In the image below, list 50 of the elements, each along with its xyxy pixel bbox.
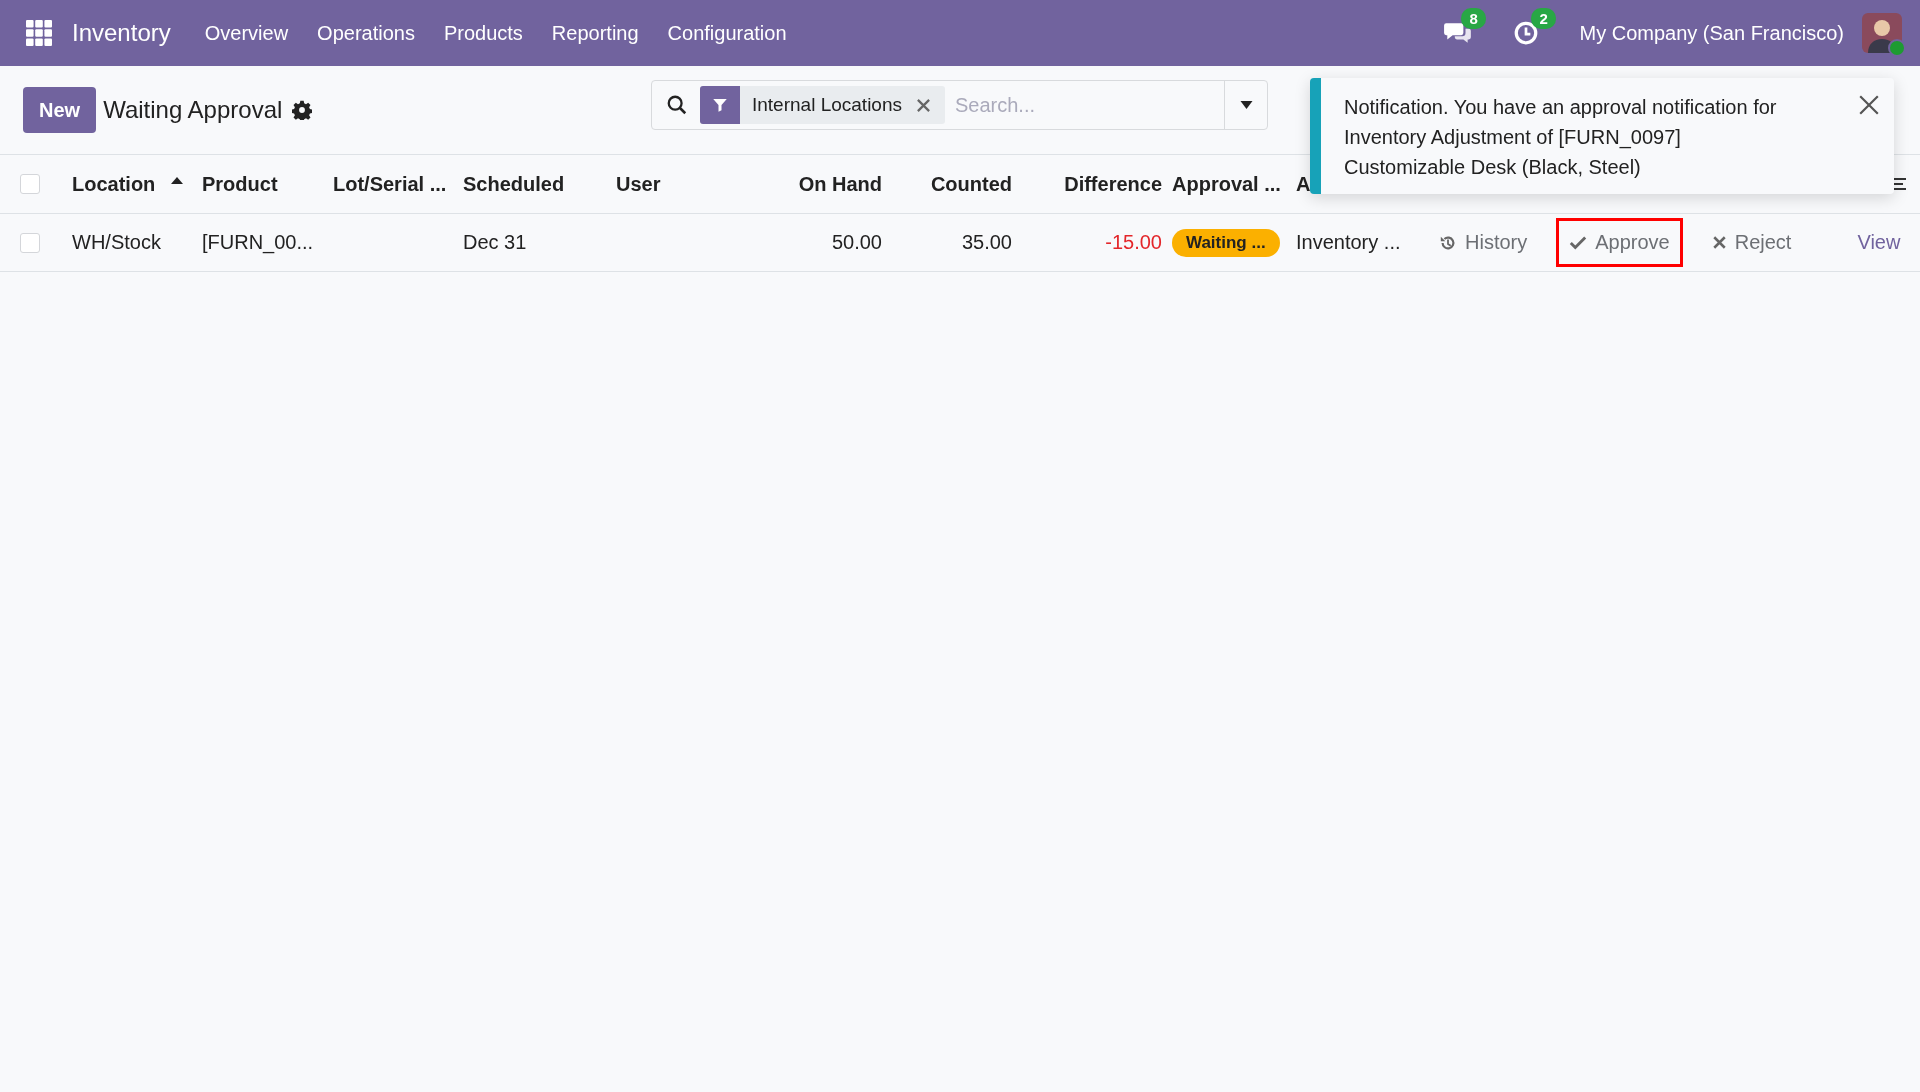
filter-icon (711, 96, 729, 114)
table-cell: Dec 31 (463, 231, 527, 254)
close-icon (1711, 235, 1727, 250)
notification-message: Notification. You have an approval notification for Inventory Adjustment of [FURN_0097] Customizable Desk (Black, Steel) (1344, 95, 1778, 180)
column-header[interactable]: Difference (1064, 172, 1162, 196)
column-header[interactable]: Counted (930, 172, 1012, 196)
clock-icon[interactable] (1513, 20, 1540, 46)
column-header[interactable]: Approval ... (1172, 172, 1281, 196)
column-header[interactable]: Location (72, 172, 184, 196)
avatar[interactable] (1862, 13, 1902, 53)
search-input[interactable]: Search... (945, 92, 1224, 118)
reject-button[interactable]: Reject (1698, 218, 1805, 267)
menu-item[interactable]: Operations (317, 21, 415, 45)
caret-icon[interactable] (1239, 101, 1253, 109)
sort-ascending-icon (171, 176, 184, 184)
column-header[interactable]: A (1296, 172, 1311, 196)
column-header[interactable]: Lot/Serial ... (333, 172, 447, 196)
facet-label: Internal Locations (751, 94, 903, 116)
activity-count-badge: 2 (1531, 8, 1556, 29)
app-name[interactable]: Inventory (72, 19, 171, 47)
status-badge: Waiting ... (1172, 228, 1280, 257)
settings-icon[interactable] (292, 100, 313, 120)
history-button[interactable]: History (1426, 218, 1541, 267)
table-cell: WH/Stock (72, 231, 161, 254)
select-all-checkbox[interactable] (20, 174, 40, 194)
remove-icon[interactable] (916, 97, 931, 113)
close-icon[interactable] (1858, 94, 1880, 116)
menu-item[interactable]: Overview (204, 21, 289, 45)
column-header[interactable]: User (616, 172, 661, 196)
row-checkbox[interactable] (20, 232, 40, 253)
message-count-badge: 8 (1461, 8, 1486, 29)
search-icon[interactable] (666, 94, 688, 116)
column-header[interactable]: Product (202, 172, 278, 196)
table-cell: [FURN_00... (202, 231, 314, 254)
view-title: Waiting Approval (103, 96, 283, 124)
menu-item[interactable]: Configuration (667, 21, 787, 45)
table-cell: -15.00 (1105, 231, 1162, 254)
table-cell: 35.00 (961, 231, 1012, 254)
menu-item[interactable]: Reporting (551, 21, 639, 45)
column-header[interactable]: Scheduled (463, 172, 565, 196)
new-button[interactable]: New (23, 87, 97, 133)
column-settings-icon[interactable] (1892, 176, 1908, 192)
table-cell: 50.00 (831, 231, 882, 254)
view-link[interactable]: View (1854, 228, 1904, 257)
apps-icon[interactable] (26, 20, 52, 46)
company-name[interactable]: My Company (San Francisco) (1579, 21, 1844, 45)
column-header[interactable]: On Hand (798, 172, 882, 196)
table-cell: Inventory ... (1296, 231, 1401, 254)
approve-button[interactable]: Approve (1556, 218, 1683, 267)
menu-item[interactable]: Products (443, 21, 523, 45)
